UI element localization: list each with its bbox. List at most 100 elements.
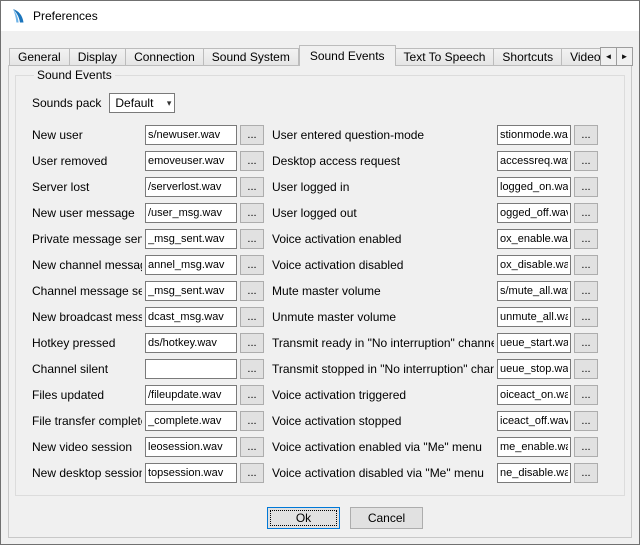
sound-events-columns: New user ... User removed ... Server los… xyxy=(32,122,616,486)
browse-button[interactable]: ... xyxy=(240,125,264,145)
browse-button[interactable]: ... xyxy=(240,177,264,197)
sound-event-label: New broadcast message xyxy=(32,310,142,324)
sound-file-input[interactable] xyxy=(497,255,571,275)
tab-text-to-speech[interactable]: Text To Speech xyxy=(396,48,495,66)
sound-event-label: User removed xyxy=(32,154,142,168)
browse-button[interactable]: ... xyxy=(574,437,598,457)
sounds-pack-select[interactable]: Default ▾ xyxy=(109,93,175,113)
browse-button[interactable]: ... xyxy=(574,177,598,197)
sound-file-input[interactable] xyxy=(497,333,571,353)
browse-button[interactable]: ... xyxy=(574,203,598,223)
sound-file-input[interactable] xyxy=(497,151,571,171)
tab-sound-events[interactable]: Sound Events xyxy=(299,45,396,66)
browse-button[interactable]: ... xyxy=(240,151,264,171)
sound-event-row: Mute master volume ... xyxy=(272,278,616,304)
browse-button[interactable]: ... xyxy=(240,333,264,353)
tab-scroll-right-button[interactable]: ► xyxy=(616,47,633,66)
sound-event-row: Voice activation disabled ... xyxy=(272,252,616,278)
browse-button[interactable]: ... xyxy=(240,307,264,327)
browse-button[interactable]: ... xyxy=(240,385,264,405)
browse-button[interactable]: ... xyxy=(574,125,598,145)
sound-event-label: User entered question-mode xyxy=(272,128,494,142)
sound-file-input[interactable] xyxy=(497,203,571,223)
browse-button[interactable]: ... xyxy=(240,203,264,223)
sound-event-label: Hotkey pressed xyxy=(32,336,142,350)
sound-event-row: User removed ... xyxy=(32,148,272,174)
sound-file-input[interactable] xyxy=(145,437,237,457)
sound-file-input[interactable] xyxy=(497,125,571,145)
sound-file-input[interactable] xyxy=(497,359,571,379)
browse-button[interactable]: ... xyxy=(574,151,598,171)
sound-file-input[interactable] xyxy=(145,333,237,353)
sound-file-input[interactable] xyxy=(145,229,237,249)
browse-button[interactable]: ... xyxy=(574,229,598,249)
sound-event-row: Transmit stopped in "No interruption" ch… xyxy=(272,356,616,382)
sound-file-input[interactable] xyxy=(145,359,237,379)
sound-event-row: User logged in ... xyxy=(272,174,616,200)
sound-event-row: Private message sent ... xyxy=(32,226,272,252)
tab-general[interactable]: General xyxy=(9,48,70,66)
sound-file-input[interactable] xyxy=(145,203,237,223)
browse-button[interactable]: ... xyxy=(574,333,598,353)
sounds-pack-value: Default xyxy=(115,96,153,110)
dialog-button-row: Ok Cancel xyxy=(9,507,631,529)
sound-file-input[interactable] xyxy=(145,385,237,405)
sound-event-label: Voice activation triggered xyxy=(272,388,494,402)
sound-file-input[interactable] xyxy=(145,125,237,145)
browse-button[interactable]: ... xyxy=(240,359,264,379)
groupbox-title: Sound Events xyxy=(34,68,115,82)
sound-file-input[interactable] xyxy=(145,151,237,171)
browse-button[interactable]: ... xyxy=(240,411,264,431)
browse-button[interactable]: ... xyxy=(240,229,264,249)
sound-file-input[interactable] xyxy=(145,411,237,431)
tab-display[interactable]: Display xyxy=(70,48,126,66)
browse-button[interactable]: ... xyxy=(574,385,598,405)
sound-file-input[interactable] xyxy=(497,385,571,405)
tab-shortcuts[interactable]: Shortcuts xyxy=(494,48,562,66)
tab-connection[interactable]: Connection xyxy=(126,48,204,66)
sound-event-label: Files updated xyxy=(32,388,142,402)
ok-button[interactable]: Ok xyxy=(267,507,340,529)
browse-button[interactable]: ... xyxy=(574,359,598,379)
tab-bar: GeneralDisplayConnectionSound SystemSoun… xyxy=(9,45,633,66)
cancel-button[interactable]: Cancel xyxy=(350,507,423,529)
sound-file-input[interactable] xyxy=(145,177,237,197)
sound-file-input[interactable] xyxy=(145,255,237,275)
sound-file-input[interactable] xyxy=(497,177,571,197)
sound-event-row: Voice activation disabled via "Me" menu … xyxy=(272,460,616,486)
browse-button[interactable]: ... xyxy=(574,255,598,275)
titlebar: Preferences xyxy=(1,1,639,31)
sound-event-label: Mute master volume xyxy=(272,284,494,298)
sound-file-input[interactable] xyxy=(497,281,571,301)
sound-event-label: Voice activation stopped xyxy=(272,414,494,428)
sound-event-label: Transmit stopped in "No interruption" ch… xyxy=(272,362,494,376)
sound-file-input[interactable] xyxy=(497,307,571,327)
window-title: Preferences xyxy=(33,9,98,23)
browse-button[interactable]: ... xyxy=(574,463,598,483)
sound-events-left-column: New user ... User removed ... Server los… xyxy=(32,122,272,486)
browse-button[interactable]: ... xyxy=(574,281,598,301)
sound-file-input[interactable] xyxy=(145,281,237,301)
sound-file-input[interactable] xyxy=(145,307,237,327)
browse-button[interactable]: ... xyxy=(240,281,264,301)
sound-file-input[interactable] xyxy=(497,411,571,431)
app-icon xyxy=(10,8,26,24)
sound-event-row: New desktop session ... xyxy=(32,460,272,486)
browse-button[interactable]: ... xyxy=(240,463,264,483)
sound-event-label: Channel silent xyxy=(32,362,142,376)
tab-sound-system[interactable]: Sound System xyxy=(204,48,299,66)
browse-button[interactable]: ... xyxy=(240,437,264,457)
sound-file-input[interactable] xyxy=(145,463,237,483)
sound-file-input[interactable] xyxy=(497,437,571,457)
sound-event-row: Files updated ... xyxy=(32,382,272,408)
sound-event-row: New user ... xyxy=(32,122,272,148)
browse-button[interactable]: ... xyxy=(574,411,598,431)
sound-event-label: Desktop access request xyxy=(272,154,494,168)
browse-button[interactable]: ... xyxy=(240,255,264,275)
sound-file-input[interactable] xyxy=(497,463,571,483)
browse-button[interactable]: ... xyxy=(574,307,598,327)
tab-scroll-left-button[interactable]: ◄ xyxy=(600,47,617,66)
sound-file-input[interactable] xyxy=(497,229,571,249)
sound-event-row: Voice activation enabled via "Me" menu .… xyxy=(272,434,616,460)
sound-event-row: Voice activation stopped ... xyxy=(272,408,616,434)
